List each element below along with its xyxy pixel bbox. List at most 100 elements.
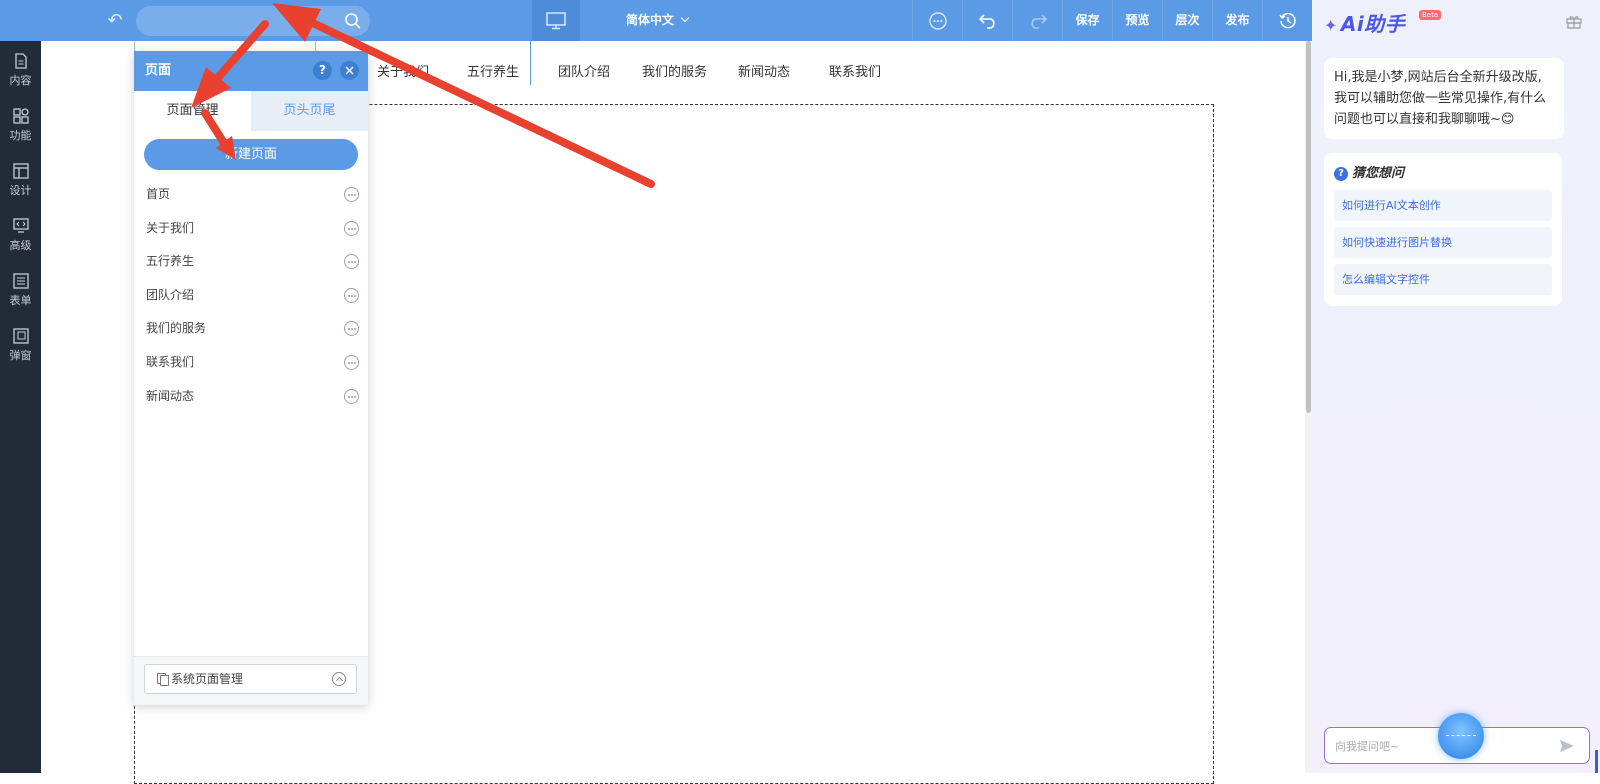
sidebar-item-popup[interactable]: 弹窗: [0, 322, 41, 372]
page-list-item[interactable]: 关于我们: [134, 211, 368, 245]
sidebar-item-advanced[interactable]: 高级: [0, 212, 41, 262]
sidebar-item-form[interactable]: 表单: [0, 267, 41, 317]
preview-button[interactable]: 预览: [1112, 0, 1162, 41]
page-name: 团队介绍: [146, 288, 195, 302]
sparkle-icon: ✦: [1324, 16, 1338, 35]
redo-button[interactable]: [1012, 0, 1062, 41]
history-button[interactable]: [1262, 0, 1312, 41]
send-icon[interactable]: [1559, 739, 1575, 753]
suggested-questions: ? 猜您想问 如何进行AI文本创作 如何快速进行图片替换 怎么编辑文字控件: [1324, 153, 1562, 306]
more-options-icon[interactable]: [344, 254, 359, 269]
page-name: 新闻动态: [146, 389, 195, 403]
question-icon: ?: [1334, 167, 1348, 181]
page-name: 首页: [146, 187, 171, 201]
suggested-title: ? 猜您想问: [1334, 162, 1404, 181]
more-options-icon[interactable]: [344, 355, 359, 370]
monitor-icon: [546, 11, 566, 29]
suggested-question[interactable]: 怎么编辑文字控件: [1334, 264, 1552, 295]
sidebar-item-label: 内容: [9, 74, 32, 87]
more-options-icon[interactable]: [344, 321, 359, 336]
ai-greeting-message: Hi,我是小梦,网站后台全新升级改版,我可以辅助您做一些常见操作,有什么问题也可…: [1324, 58, 1564, 139]
sidebar-item-label: 设计: [9, 184, 32, 197]
scrollbar-thumb[interactable]: [1306, 41, 1311, 413]
layout-icon: [12, 163, 29, 179]
ai-input-placeholder: 向我提问吧~: [1335, 740, 1400, 753]
system-pages-label: 系统页面管理: [171, 672, 244, 686]
selected-nav-outline: [134, 41, 316, 51]
search-icon[interactable]: [344, 12, 362, 30]
page-panel: 页面 ? 页面管理 页头页尾 新建页面 首页 关于我们 五行养生 团队介绍 我们…: [134, 51, 368, 705]
page-list-item[interactable]: 我们的服务: [134, 311, 368, 345]
top-toolbar: ↶ 简体中文 保存 预览 层次 发布: [0, 0, 1312, 41]
suggested-title-text: 猜您想问: [1352, 166, 1405, 181]
ai-assistant-panel: ✦ Ai助手 Beta Hi,我是小梦,网站后台全新升级改版,我可以辅助您做一些常…: [1312, 0, 1600, 773]
document-icon: [14, 53, 27, 69]
panel-footer: 系统页面管理: [134, 656, 368, 705]
history-icon: [1278, 12, 1296, 28]
panel-tabs: 页面管理 页头页尾: [134, 91, 368, 131]
language-label: 简体中文: [626, 13, 675, 27]
panel-header: 页面 ?: [134, 51, 368, 91]
ai-logo: ✦ Ai助手: [1324, 8, 1406, 36]
system-pages-button[interactable]: 系统页面管理: [144, 664, 357, 694]
new-page-button[interactable]: 新建页面: [144, 139, 358, 170]
close-icon[interactable]: [340, 61, 359, 80]
suggested-question[interactable]: 如何进行AI文本创作: [1334, 190, 1552, 221]
page-name: 关于我们: [146, 221, 195, 235]
save-button[interactable]: 保存: [1062, 0, 1112, 41]
page-name: 联系我们: [146, 355, 195, 369]
site-nav-item[interactable]: 团队介绍: [558, 61, 610, 80]
ai-title: Ai助手: [1340, 12, 1406, 36]
more-icon: [928, 11, 947, 30]
tab-page-management[interactable]: 页面管理: [134, 91, 251, 131]
more-options-icon[interactable]: [344, 288, 359, 303]
tab-header-footer[interactable]: 页头页尾: [251, 91, 368, 131]
sidebar-item-label: 弹窗: [9, 349, 32, 362]
redo-icon: [1030, 13, 1047, 29]
more-options-icon[interactable]: [344, 389, 359, 404]
sidebar-item-design[interactable]: 设计: [0, 157, 41, 207]
chevron-up-icon: [332, 672, 346, 686]
help-icon[interactable]: ?: [313, 61, 332, 80]
sidebar-item-label: 高级: [9, 239, 32, 252]
form-icon: [12, 273, 29, 289]
more-options-icon[interactable]: [344, 221, 359, 236]
page-name: 我们的服务: [146, 321, 207, 335]
site-nav-item[interactable]: 五行养生: [467, 61, 519, 80]
page-name: 五行养生: [146, 254, 195, 268]
canvas-scrollbar[interactable]: [1305, 41, 1312, 773]
more-options-icon[interactable]: [344, 187, 359, 202]
page-list-item[interactable]: 首页: [134, 177, 368, 211]
site-nav-item[interactable]: 关于我们: [377, 61, 429, 80]
more-button[interactable]: [912, 0, 962, 41]
search-input[interactable]: [136, 6, 370, 36]
page-list-item[interactable]: 新闻动态: [134, 379, 368, 413]
language-select[interactable]: 简体中文: [626, 0, 690, 41]
site-nav-item[interactable]: 我们的服务: [642, 61, 707, 80]
site-nav-item[interactable]: 新闻动态: [738, 61, 790, 80]
site-nav-item[interactable]: 联系我们: [829, 61, 881, 80]
edge-marker: [1595, 750, 1598, 773]
sidebar-item-label: 表单: [9, 294, 32, 307]
layers-button[interactable]: 层次: [1162, 0, 1212, 41]
panel-title: 页面: [145, 63, 172, 78]
chevron-down-icon: [680, 13, 690, 23]
page-list-item[interactable]: 联系我们: [134, 345, 368, 379]
beta-badge: Beta: [1419, 10, 1442, 20]
code-monitor-icon: [12, 218, 29, 233]
suggested-question[interactable]: 如何快速进行图片替换: [1334, 227, 1552, 258]
gift-icon[interactable]: [1566, 14, 1582, 29]
grid-icon: [12, 108, 29, 124]
undo-button[interactable]: [962, 0, 1012, 41]
nav-divider: [530, 41, 531, 85]
page-list-item[interactable]: 团队介绍: [134, 278, 368, 312]
ai-orb-button[interactable]: [1438, 713, 1484, 759]
left-sidebar: 内容 功能 设计 高级 表单 弹窗: [0, 41, 41, 773]
publish-button[interactable]: 发布: [1212, 0, 1262, 41]
sidebar-item-content[interactable]: 内容: [0, 47, 41, 97]
sidebar-item-features[interactable]: 功能: [0, 102, 41, 152]
undo-small-icon[interactable]: ↶: [104, 10, 126, 32]
sidebar-item-label: 功能: [9, 129, 32, 142]
page-list-item[interactable]: 五行养生: [134, 244, 368, 278]
desktop-view-button[interactable]: [532, 0, 580, 41]
